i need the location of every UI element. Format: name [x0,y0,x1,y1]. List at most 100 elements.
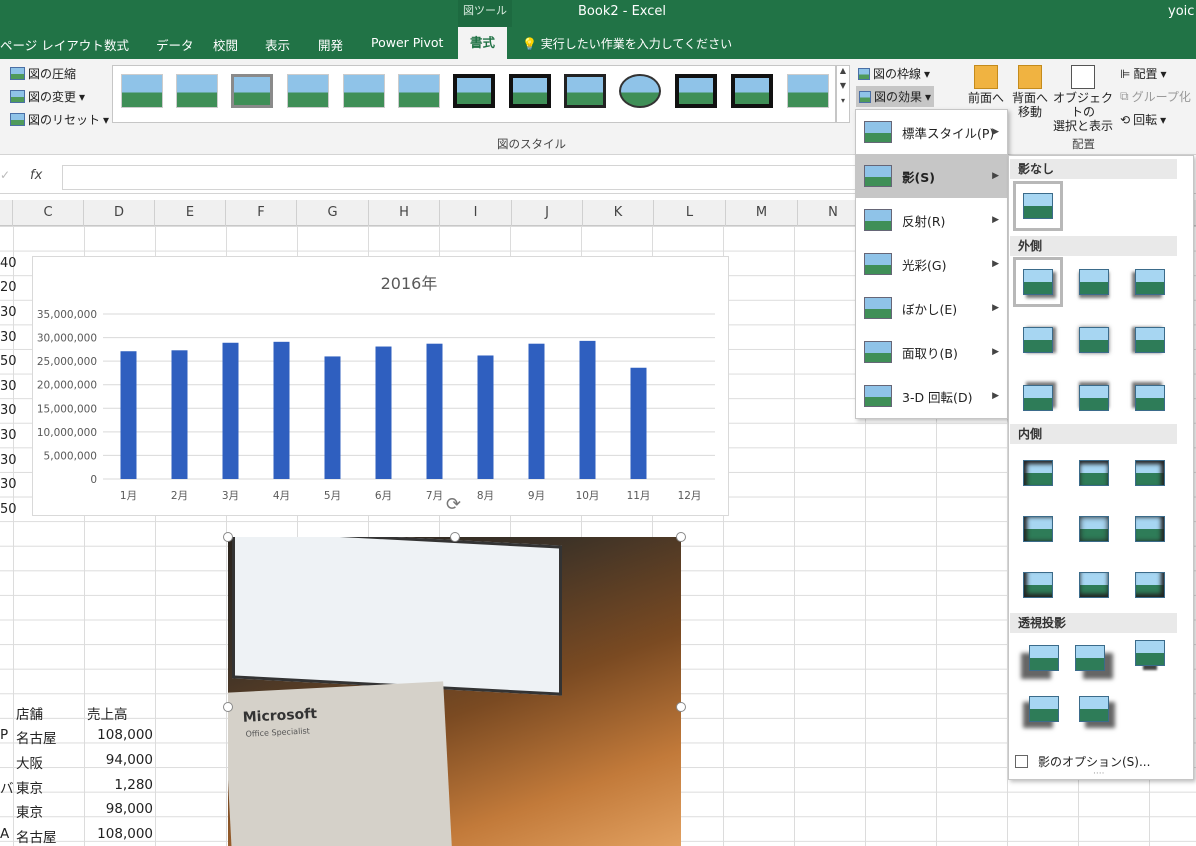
gallery-scroll[interactable]: ▲ ▼ ▾ [836,65,850,123]
tab-data[interactable]: データ [156,35,194,54]
table-header-store[interactable]: 店舗 [16,703,43,723]
menu-item-shadow[interactable]: 影(S) ▶ [856,154,1007,198]
shadow-outer-swatch[interactable] [1079,269,1109,295]
resize-handle[interactable] [223,702,233,712]
insert-function-icon[interactable]: fx [30,168,42,183]
picture-style-7[interactable] [453,74,495,108]
shadow-outer-swatch[interactable] [1023,385,1053,411]
chevron-down-icon[interactable]: ▼ [837,81,849,90]
column-header[interactable]: C [13,200,84,226]
shadow-inner-swatch[interactable] [1135,572,1165,598]
shadow-inner-swatch[interactable] [1023,516,1053,542]
shadow-inner-swatch[interactable] [1079,572,1109,598]
column-header[interactable]: J [512,200,583,226]
resize-handle[interactable] [676,532,686,542]
shadow-none-swatch[interactable] [1023,193,1053,219]
tab-format[interactable]: 書式 [458,27,508,59]
column-header[interactable]: E [155,200,226,226]
picture-style-2[interactable] [176,74,218,108]
resize-grip-icon[interactable]: ···· [1093,769,1104,779]
table-cell[interactable]: 東京 [16,801,43,821]
tab-developer[interactable]: 開発 [318,35,343,54]
column-header[interactable]: G [297,200,369,226]
table-cell[interactable]: 98,000 [87,801,153,817]
bring-forward-button[interactable]: 前面へ [966,65,1006,105]
picture-style-11[interactable] [675,74,717,108]
menu-item-bevel[interactable]: 面取り(B) ▶ [856,330,1007,374]
shadow-outer-swatch[interactable] [1079,327,1109,353]
resize-handle[interactable] [223,532,233,542]
column-header[interactable]: K [583,200,654,226]
tab-page-layout[interactable]: ページ レイアウト [0,35,104,54]
table-cell[interactable]: 108,000 [87,826,153,842]
shadow-inner-swatch[interactable] [1023,460,1053,486]
menu-item-reflection[interactable]: 反射(R) ▶ [856,198,1007,242]
group-button[interactable]: ⧉ グループ化 [1120,88,1191,105]
align-button[interactable]: ⊫ 配置 ▾ [1120,65,1167,82]
column-header[interactable]: I [440,200,512,226]
table-cell[interactable]: 名古屋 [16,727,57,747]
shadow-perspective-swatch[interactable] [1075,645,1105,671]
picture-style-5[interactable] [343,74,385,108]
menu-item-glow[interactable]: 光彩(G) ▶ [856,242,1007,286]
table-cell[interactable]: 名古屋 [16,826,57,846]
tab-review[interactable]: 校閲 [213,35,238,54]
shadow-perspective-swatch[interactable] [1029,645,1059,671]
column-header[interactable] [0,200,13,226]
table-header-sales[interactable]: 売上高 [87,703,128,723]
table-cell[interactable]: 大阪 [16,752,43,772]
shadow-outer-swatch[interactable] [1023,269,1053,295]
shadow-perspective-swatch[interactable] [1135,640,1165,666]
tab-formulas[interactable]: 数式 [104,35,129,54]
rotate-button[interactable]: ⟲ 回転 ▾ [1120,111,1166,128]
shadow-outer-swatch[interactable] [1135,269,1165,295]
picture-border-button[interactable]: 図の枠線 ▾ [858,65,930,82]
column-header[interactable]: F [226,200,297,226]
shadow-outer-swatch[interactable] [1079,385,1109,411]
picture-effects-button[interactable]: 図の効果 ▾ [856,86,935,107]
selection-pane-button[interactable]: オブジェクトの 選択と表示 [1052,65,1114,133]
picture-style-3[interactable] [231,74,273,108]
table-cell[interactable]: 1,280 [87,777,153,793]
column-header[interactable]: H [369,200,440,226]
more-icon[interactable]: ▾ [837,96,849,105]
send-backward-button[interactable]: 背面へ 移動 [1010,65,1050,119]
compress-pictures-button[interactable]: 図の圧縮 [10,65,76,82]
menu-item-preset[interactable]: 標準スタイル(P) ▶ [856,110,1007,154]
chevron-up-icon[interactable]: ▲ [837,66,849,75]
picture-style-10[interactable] [619,74,661,108]
table-cell[interactable]: 108,000 [87,727,153,743]
shadow-perspective-swatch[interactable] [1029,696,1059,722]
change-picture-button[interactable]: 図の変更 ▾ [10,88,85,105]
column-header[interactable]: M [726,200,798,226]
picture-style-6[interactable] [398,74,440,108]
reset-picture-button[interactable]: 図のリセット ▾ [10,111,109,128]
menu-item-3d-rotation[interactable]: 3-D 回転(D) ▶ [856,374,1007,418]
enter-check-icon[interactable]: ✓ [0,168,10,182]
table-cell[interactable]: 94,000 [87,752,153,768]
tell-me-search[interactable]: 💡 実行したい作業を入力してください [522,35,732,52]
inserted-photo[interactable]: Microsoft Office Specialist [228,537,681,846]
resize-handle[interactable] [450,532,460,542]
shadow-outer-swatch[interactable] [1135,385,1165,411]
user-name[interactable]: yoic [1168,4,1194,19]
resize-handle[interactable] [676,702,686,712]
shadow-perspective-swatch[interactable] [1079,696,1109,722]
formula-input[interactable] [62,165,862,190]
picture-style-8[interactable] [509,74,551,108]
shadow-options-item[interactable]: 影のオプション(S)... [1015,753,1150,770]
shadow-outer-swatch[interactable] [1023,327,1053,353]
picture-style-12[interactable] [731,74,773,108]
column-header[interactable]: D [84,200,155,226]
menu-item-soft-edges[interactable]: ぼかし(E) ▶ [856,286,1007,330]
tab-view[interactable]: 表示 [265,35,290,54]
picture-style-4[interactable] [287,74,329,108]
picture-style-9[interactable] [564,74,606,108]
shadow-inner-swatch[interactable] [1023,572,1053,598]
tab-power-pivot[interactable]: Power Pivot [371,35,443,50]
table-cell[interactable]: 東京 [16,777,43,797]
picture-style-13[interactable] [787,74,829,108]
picture-style-1[interactable] [121,74,163,108]
column-header[interactable]: L [654,200,726,226]
shadow-inner-swatch[interactable] [1079,460,1109,486]
